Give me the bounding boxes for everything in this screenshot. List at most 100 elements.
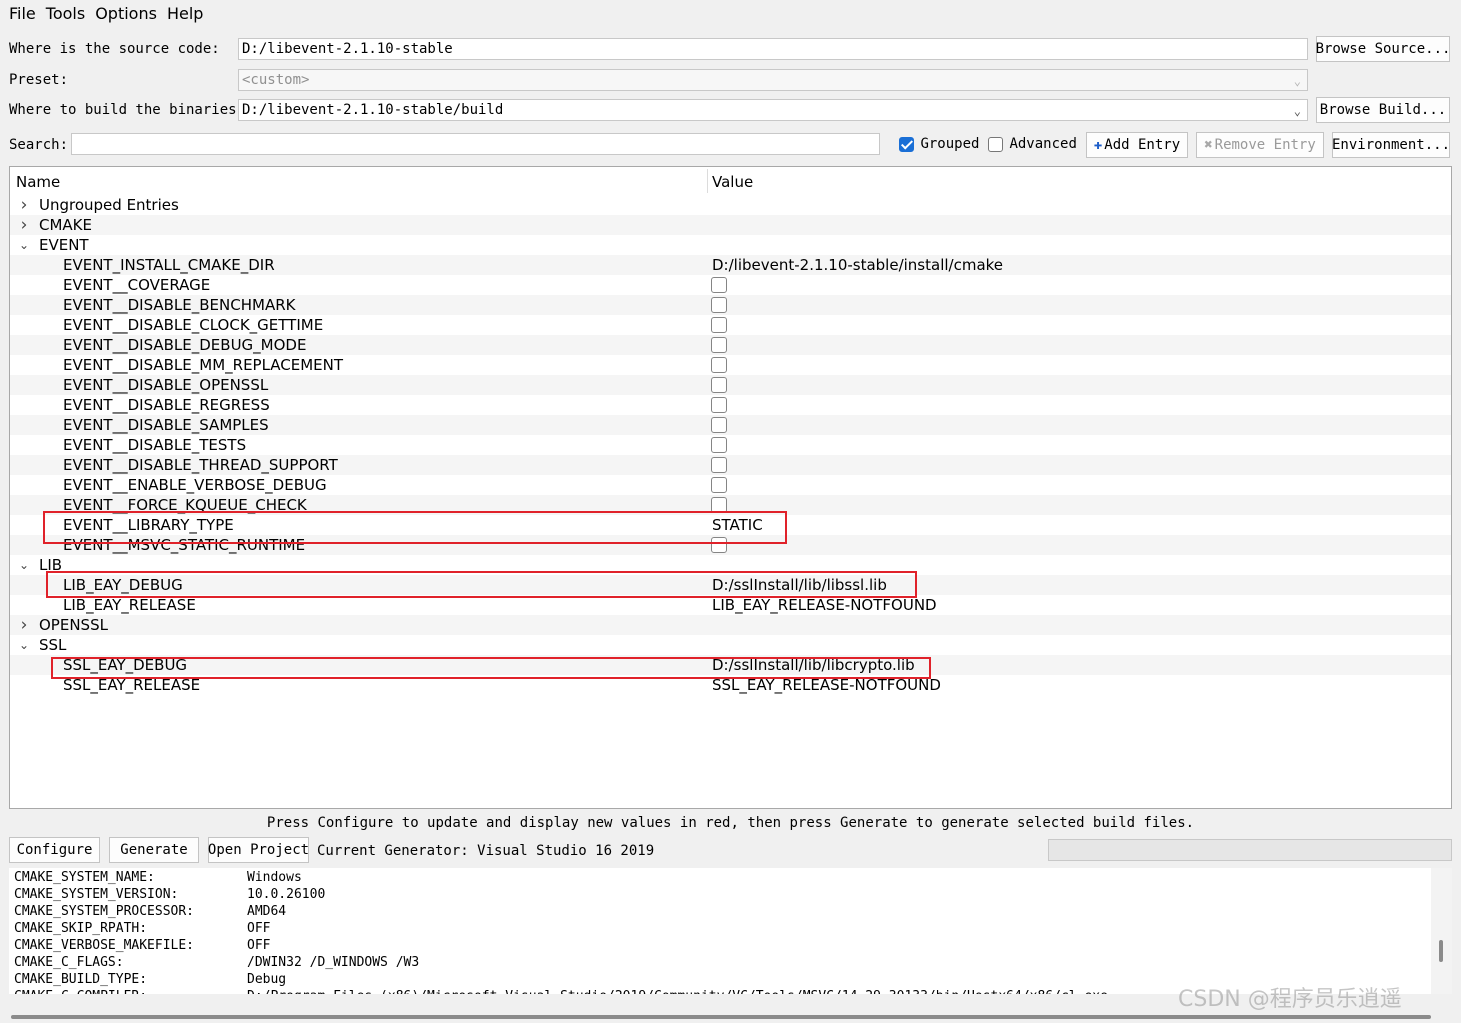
configure-button[interactable]: Configure	[9, 837, 100, 863]
build-path-combo[interactable]: D:/libevent-2.1.10-stable/build ⌄	[238, 99, 1308, 121]
browse-source-button[interactable]: Browse Source...	[1316, 36, 1450, 62]
column-separator[interactable]	[707, 169, 708, 193]
tree-entry-row[interactable]: EVENT__DISABLE_CLOCK_GETTIME	[10, 315, 1451, 335]
tree-entry-row[interactable]: EVENT__DISABLE_MM_REPLACEMENT	[10, 355, 1451, 375]
scroll-thumb[interactable]	[1439, 940, 1443, 962]
chevron-right-icon[interactable]: ›	[17, 195, 31, 215]
chevron-down-icon[interactable]: ⌄	[17, 555, 31, 575]
tree-entry-row[interactable]: EVENT__ENABLE_VERBOSE_DEBUG	[10, 475, 1451, 495]
column-value-header[interactable]: Value	[712, 173, 753, 191]
cache-tree[interactable]: Name Value › Ungrouped Entries › CMAKE ⌄ EVEN…	[9, 166, 1452, 809]
remove-entry-label: Remove Entry	[1214, 137, 1316, 153]
menu-help[interactable]: Help	[162, 4, 208, 23]
tree-entry-row[interactable]: EVENT__COVERAGE	[10, 275, 1451, 295]
remove-icon: ✖	[1204, 137, 1213, 153]
entry-name: EVENT__DISABLE_DEBUG_MODE	[63, 336, 307, 354]
entry-value[interactable]: LIB_EAY_RELEASE-NOTFOUND	[712, 595, 937, 615]
scroll-thumb[interactable]	[11, 1015, 1431, 1019]
entry-value-checkbox[interactable]	[711, 537, 727, 553]
log-value: Windows	[247, 870, 302, 885]
menu-options[interactable]: Options	[90, 4, 162, 23]
entry-name: SSL	[39, 636, 67, 654]
chevron-down-icon[interactable]: ⌄	[17, 235, 31, 255]
open-project-button[interactable]: Open Project	[208, 837, 309, 863]
log-vertical-scrollbar[interactable]	[1431, 868, 1452, 994]
entry-value[interactable]: D:/sslInstall/lib/libssl.lib	[712, 575, 887, 595]
search-input[interactable]	[71, 133, 880, 155]
grouped-option[interactable]: Grouped	[899, 136, 979, 152]
entry-value-checkbox[interactable]	[711, 457, 727, 473]
entry-name: EVENT__DISABLE_MM_REPLACEMENT	[63, 356, 344, 374]
tree-entry-row[interactable]: SSL_EAY_RELEASE SSL_EAY_RELEASE-NOTFOUND	[10, 675, 1451, 695]
output-log[interactable]: CMAKE_SYSTEM_NAME: Windows CMAKE_SYSTEM_VE…	[9, 868, 1431, 994]
tree-entry-row[interactable]: EVENT__DISABLE_TESTS	[10, 435, 1451, 455]
generate-button[interactable]: Generate	[109, 837, 199, 863]
entry-value-checkbox[interactable]	[711, 477, 727, 493]
entry-value-checkbox[interactable]	[711, 337, 727, 353]
tree-entry-row[interactable]: EVENT__DISABLE_DEBUG_MODE	[10, 335, 1451, 355]
entry-name: LIB	[39, 556, 63, 574]
log-line: CMAKE_C_FLAGS: /DWIN32 /D_WINDOWS /W3	[14, 955, 419, 970]
log-line: CMAKE_SYSTEM_PROCESSOR: AMD64	[14, 904, 286, 919]
tree-group-row[interactable]: › OPENSSL	[10, 615, 1451, 635]
entry-name: EVENT__COVERAGE	[63, 276, 211, 294]
log-key: CMAKE_SYSTEM_PROCESSOR:	[14, 904, 195, 919]
entry-value-checkbox[interactable]	[711, 317, 727, 333]
entry-name: EVENT__DISABLE_OPENSSL	[63, 376, 269, 394]
entry-value[interactable]: D:/sslInstall/lib/libcrypto.lib	[712, 655, 915, 675]
tree-entry-row[interactable]: SSL_EAY_DEBUG D:/sslInstall/lib/libcrypto…	[10, 655, 1451, 675]
browse-build-button[interactable]: Browse Build...	[1316, 97, 1450, 123]
entry-value-checkbox[interactable]	[711, 417, 727, 433]
log-line: CMAKE_VERBOSE_MAKEFILE: OFF	[14, 938, 270, 953]
tree-group-row[interactable]: ⌄ SSL	[10, 635, 1451, 655]
tree-entry-row[interactable]: EVENT__LIBRARY_TYPE STATIC	[10, 515, 1451, 535]
tree-entry-row[interactable]: EVENT__DISABLE_BENCHMARK	[10, 295, 1451, 315]
grouped-checkbox[interactable]	[899, 136, 914, 152]
source-path-input[interactable]: D:/libevent-2.1.10-stable	[238, 38, 1308, 60]
plus-icon: ✚	[1093, 137, 1103, 153]
entry-value-checkbox[interactable]	[711, 277, 727, 293]
chevron-down-icon[interactable]: ⌄	[1294, 103, 1301, 119]
tree-entry-row[interactable]: EVENT__FORCE_KQUEUE_CHECK	[10, 495, 1451, 515]
log-key: CMAKE_VERBOSE_MAKEFILE:	[14, 938, 195, 953]
chevron-down-icon[interactable]: ⌄	[17, 635, 31, 655]
log-value: D:/Program Files (x86)/Microsoft Visual …	[247, 989, 1108, 994]
entry-value-checkbox[interactable]	[711, 397, 727, 413]
entry-value[interactable]: SSL_EAY_RELEASE-NOTFOUND	[712, 675, 941, 695]
entry-value-checkbox[interactable]	[711, 357, 727, 373]
entry-value-checkbox[interactable]	[711, 297, 727, 313]
tree-entry-row[interactable]: EVENT__DISABLE_THREAD_SUPPORT	[10, 455, 1451, 475]
column-name-header[interactable]: Name	[16, 173, 60, 191]
environment-button[interactable]: Environment...	[1332, 132, 1450, 158]
tree-group-row[interactable]: › Ungrouped Entries	[10, 195, 1451, 215]
preset-combo[interactable]: <custom> ⌄	[238, 69, 1308, 91]
tree-entry-row[interactable]: EVENT__DISABLE_REGRESS	[10, 395, 1451, 415]
tree-entry-row[interactable]: EVENT__MSVC_STATIC_RUNTIME	[10, 535, 1451, 555]
tree-entry-row[interactable]: LIB_EAY_RELEASE LIB_EAY_RELEASE-NOTFOUND	[10, 595, 1451, 615]
advanced-label: Advanced	[1009, 136, 1077, 152]
tree-entry-row[interactable]: EVENT__DISABLE_SAMPLES	[10, 415, 1451, 435]
tree-group-row[interactable]: ⌄ LIB	[10, 555, 1451, 575]
advanced-option[interactable]: Advanced	[988, 136, 1077, 152]
chevron-right-icon[interactable]: ›	[17, 215, 31, 235]
tree-group-row[interactable]: ⌄ EVENT	[10, 235, 1451, 255]
menu-file[interactable]: File	[4, 4, 41, 23]
menu-tools[interactable]: Tools	[41, 4, 90, 23]
entry-value-checkbox[interactable]	[711, 437, 727, 453]
advanced-checkbox[interactable]	[988, 136, 1003, 152]
log-value: OFF	[247, 938, 271, 953]
entry-value[interactable]: D:/libevent-2.1.10-stable/install/cmake	[712, 255, 1003, 275]
entry-value-checkbox[interactable]	[711, 377, 727, 393]
tree-group-row[interactable]: › CMAKE	[10, 215, 1451, 235]
entry-value-checkbox[interactable]	[711, 497, 727, 513]
add-entry-button[interactable]: ✚ Add Entry	[1086, 132, 1188, 158]
tree-entry-row[interactable]: EVENT__DISABLE_OPENSSL	[10, 375, 1451, 395]
entry-name: EVENT__DISABLE_SAMPLES	[63, 416, 269, 434]
tree-entry-row[interactable]: EVENT_INSTALL_CMAKE_DIR D:/libevent-2.1.1…	[10, 255, 1451, 275]
entry-value[interactable]: STATIC	[712, 515, 763, 535]
entry-name: SSL_EAY_RELEASE	[63, 676, 201, 694]
log-line: CMAKE_SKIP_RPATH: OFF	[14, 921, 270, 936]
tree-entry-row[interactable]: LIB_EAY_DEBUG D:/sslInstall/lib/libssl.li…	[10, 575, 1451, 595]
chevron-right-icon[interactable]: ›	[17, 615, 31, 635]
remove-entry-button[interactable]: ✖ Remove Entry	[1196, 132, 1324, 158]
